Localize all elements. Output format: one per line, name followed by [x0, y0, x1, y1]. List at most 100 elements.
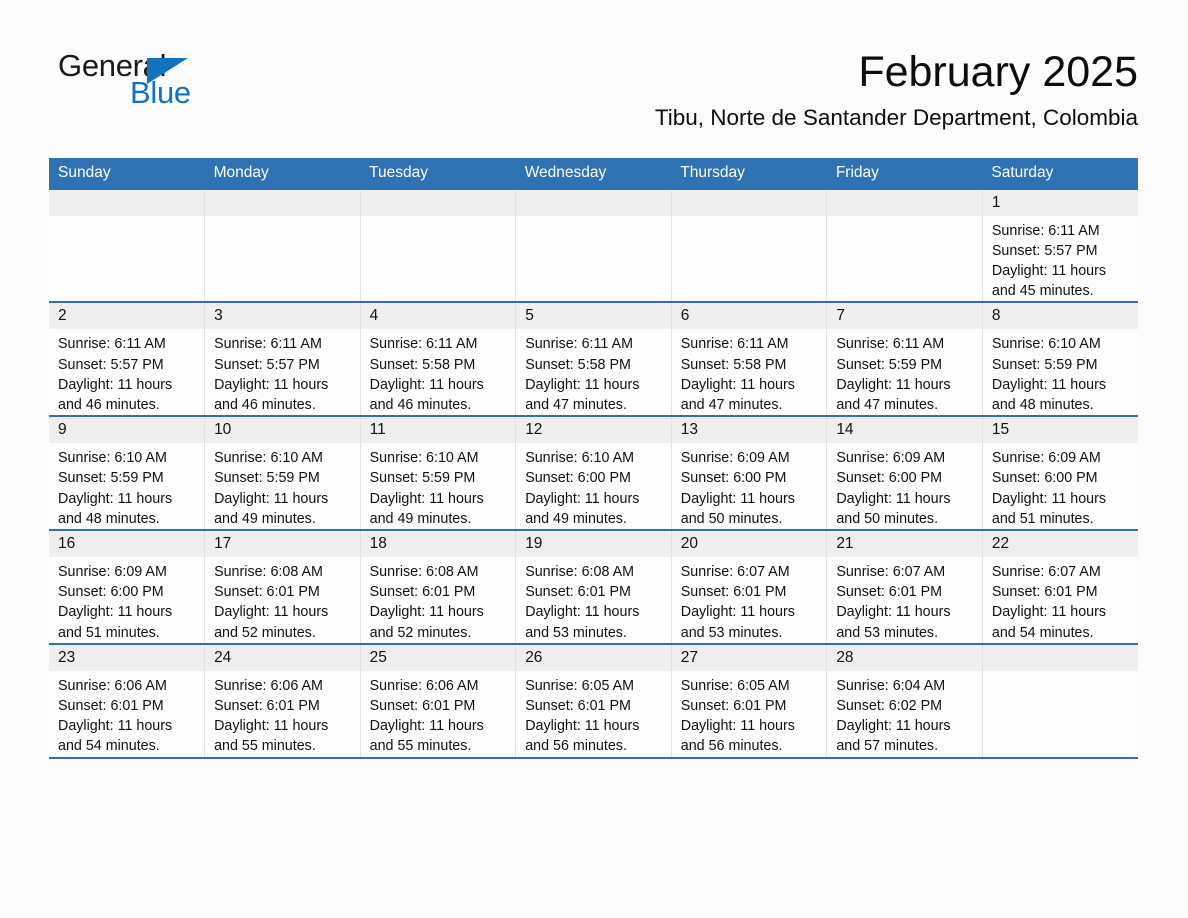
day-number: 27	[671, 644, 827, 671]
sunrise-text: Sunrise: 6:06 AM	[214, 677, 323, 694]
calendar-body: 1 Sunrise: 6:11 AM Sunset: 5:57 PM Daylight…	[49, 189, 1138, 759]
day-details: Sunrise: 6:11 AM Sunset: 5:57 PM Daylight:…	[983, 216, 1138, 302]
daylight-text: Daylight: 11 hours and 49 minutes.	[214, 490, 329, 527]
day-details: Sunrise: 6:09 AM Sunset: 6:00 PM Daylight:…	[49, 557, 204, 643]
calendar-day-cell[interactable]: 21 Sunrise: 6:07 AM Sunset: 6:01 PM Dayligh…	[826, 530, 983, 645]
day-details: Sunrise: 6:11 AM Sunset: 5:57 PM Daylight:…	[205, 329, 360, 415]
day-details	[516, 216, 671, 221]
calendar-day-cell[interactable]: 17 Sunrise: 6:08 AM Sunset: 6:01 PM Dayligh…	[204, 530, 361, 645]
sunrise-text: Sunrise: 6:04 AM	[836, 677, 946, 694]
daylight-text: Daylight: 11 hours and 52 minutes.	[369, 604, 484, 641]
day-details: Sunrise: 6:08 AM Sunset: 6:01 PM Daylight:…	[516, 557, 671, 643]
calendar-day-cell[interactable]: 15 Sunrise: 6:09 AM Sunset: 6:00 PM Dayligh…	[982, 416, 1138, 532]
daylight-text: Daylight: 11 hours and 47 minutes.	[836, 376, 951, 414]
calendar-day-cell-empty	[515, 189, 672, 304]
day-details	[827, 216, 982, 221]
sunset-text: Sunset: 6:00 PM	[680, 470, 787, 487]
calendar-day-cell[interactable]: 1 Sunrise: 6:11 AM Sunset: 5:57 PM Daylight…	[982, 189, 1138, 304]
calendar-day-cell[interactable]: 5 Sunrise: 6:11 AM Sunset: 5:58 PM Daylight…	[515, 302, 672, 418]
calendar-day-cell[interactable]: 23 Sunrise: 6:06 AM Sunset: 6:01 PM Dayligh…	[49, 643, 206, 759]
day-number	[360, 189, 516, 216]
calendar-day-cell[interactable]: 9 Sunrise: 6:10 AM Sunset: 5:59 PM Daylight…	[49, 416, 206, 532]
calendar-day-cell[interactable]: 3 Sunrise: 6:11 AM Sunset: 5:57 PM Daylight…	[204, 302, 361, 418]
day-details	[205, 216, 360, 221]
calendar-day-cell[interactable]: 18 Sunrise: 6:08 AM Sunset: 6:01 PM Dayligh…	[360, 530, 517, 645]
calendar-day-cell[interactable]: 25 Sunrise: 6:06 AM Sunset: 6:01 PM Dayligh…	[360, 643, 517, 759]
calendar-day-cell[interactable]: 12 Sunrise: 6:10 AM Sunset: 6:00 PM Dayligh…	[515, 416, 672, 532]
calendar-day-cell[interactable]: 20 Sunrise: 6:07 AM Sunset: 6:01 PM Dayligh…	[671, 530, 828, 645]
calendar-day-cell[interactable]: 16 Sunrise: 6:09 AM Sunset: 6:00 PM Dayligh…	[49, 530, 206, 645]
sunset-text: Sunset: 6:01 PM	[836, 584, 943, 601]
sunrise-text: Sunrise: 6:11 AM	[680, 336, 789, 353]
calendar-page: General Blue February 2025 Tibu, Norte d…	[0, 0, 1188, 918]
weekday-header-monday: Monday	[204, 158, 361, 190]
title-block: February 2025 Tibu, Norte de Santander D…	[655, 48, 1138, 131]
calendar-day-cell[interactable]: 7 Sunrise: 6:11 AM Sunset: 5:59 PM Daylight…	[826, 302, 983, 418]
daylight-text: Daylight: 11 hours and 54 minutes.	[58, 718, 173, 755]
day-number: 16	[49, 531, 205, 558]
sunset-text: Sunset: 5:59 PM	[369, 470, 476, 487]
calendar-day-cell[interactable]: 13 Sunrise: 6:09 AM Sunset: 6:00 PM Dayligh…	[671, 416, 828, 532]
weekday-header-row: Sunday Monday Tuesday Wednesday Thursday Frid…	[49, 158, 1138, 190]
day-number: 22	[982, 531, 1138, 558]
sunrise-text: Sunrise: 6:11 AM	[58, 336, 166, 353]
day-number: 11	[360, 417, 516, 444]
day-number: 3	[205, 303, 360, 330]
daylight-text: Daylight: 11 hours and 49 minutes.	[525, 490, 640, 527]
daylight-text: Daylight: 11 hours and 51 minutes.	[991, 490, 1107, 527]
daylight-text: Daylight: 11 hours and 46 minutes.	[214, 376, 329, 414]
day-number: 15	[982, 417, 1138, 444]
sunset-text: Sunset: 5:58 PM	[680, 356, 787, 373]
calendar-day-cell[interactable]: 8 Sunrise: 6:10 AM Sunset: 5:59 PM Daylight…	[982, 302, 1138, 418]
day-details: Sunrise: 6:09 AM Sunset: 6:00 PM Daylight:…	[672, 443, 827, 529]
weekday-header-thursday: Thursday	[671, 158, 827, 190]
sunrise-text: Sunrise: 6:05 AM	[680, 677, 790, 694]
calendar-day-cell[interactable]: 24 Sunrise: 6:06 AM Sunset: 6:01 PM Dayligh…	[204, 643, 361, 759]
day-number: 18	[360, 531, 516, 558]
sunrise-text: Sunrise: 6:05 AM	[525, 677, 635, 694]
calendar-day-cell[interactable]: 6 Sunrise: 6:11 AM Sunset: 5:58 PM Daylight…	[671, 302, 828, 418]
day-details: Sunrise: 6:05 AM Sunset: 6:01 PM Daylight:…	[516, 671, 671, 757]
sunset-text: Sunset: 5:57 PM	[214, 356, 320, 373]
calendar-day-cell[interactable]: 10 Sunrise: 6:10 AM Sunset: 5:59 PM Dayligh…	[204, 416, 361, 532]
day-number: 7	[827, 303, 982, 330]
calendar-day-cell[interactable]: 28 Sunrise: 6:04 AM Sunset: 6:02 PM Dayligh…	[826, 643, 983, 759]
sunrise-text: Sunrise: 6:07 AM	[680, 564, 790, 581]
sunrise-text: Sunrise: 6:09 AM	[58, 564, 167, 581]
calendar-day-cell[interactable]: 14 Sunrise: 6:09 AM Sunset: 6:00 PM Dayligh…	[826, 416, 983, 532]
calendar-day-cell[interactable]: 22 Sunrise: 6:07 AM Sunset: 6:01 PM Dayligh…	[982, 530, 1138, 645]
calendar-day-cell[interactable]: 11 Sunrise: 6:10 AM Sunset: 5:59 PM Dayligh…	[360, 416, 517, 532]
sunset-text: Sunset: 6:01 PM	[58, 698, 164, 715]
daylight-text: Daylight: 11 hours and 48 minutes.	[58, 490, 173, 527]
daylight-text: Daylight: 11 hours and 47 minutes.	[525, 376, 640, 414]
daylight-text: Daylight: 11 hours and 46 minutes.	[369, 376, 484, 414]
day-number: 28	[827, 644, 982, 671]
sunrise-sunset-calendar: Sunday Monday Tuesday Wednesday Thursday Frid…	[49, 158, 1138, 759]
sunset-text: Sunset: 5:59 PM	[836, 356, 943, 373]
calendar-day-cell[interactable]: 2 Sunrise: 6:11 AM Sunset: 5:57 PM Daylight…	[49, 302, 206, 418]
daylight-text: Daylight: 11 hours and 45 minutes.	[991, 263, 1107, 300]
calendar-day-cell[interactable]: 4 Sunrise: 6:11 AM Sunset: 5:58 PM Daylight…	[360, 302, 517, 418]
day-details: Sunrise: 6:05 AM Sunset: 6:01 PM Daylight:…	[672, 671, 827, 757]
calendar-week-row: 9 Sunrise: 6:10 AM Sunset: 5:59 PM Daylight…	[49, 416, 1138, 532]
sunset-text: Sunset: 6:00 PM	[991, 470, 1098, 487]
location-subtitle: Tibu, Norte de Santander Department, Col…	[654, 105, 1138, 131]
sunrise-text: Sunrise: 6:11 AM	[836, 336, 945, 353]
daylight-text: Daylight: 11 hours and 53 minutes.	[525, 604, 640, 641]
day-number	[205, 189, 360, 216]
generalblue-logo[interactable]: General Blue	[58, 50, 318, 120]
day-number: 24	[205, 644, 360, 671]
calendar-day-cell-empty	[360, 189, 517, 304]
sunset-text: Sunset: 5:59 PM	[58, 470, 164, 487]
calendar-day-cell[interactable]: 27 Sunrise: 6:05 AM Sunset: 6:01 PM Dayligh…	[671, 643, 828, 759]
calendar-day-cell[interactable]: 26 Sunrise: 6:05 AM Sunset: 6:01 PM Dayligh…	[515, 643, 672, 759]
daylight-text: Daylight: 11 hours and 55 minutes.	[214, 718, 329, 755]
day-number: 25	[360, 644, 516, 671]
daylight-text: Daylight: 11 hours and 53 minutes.	[836, 604, 951, 641]
day-number: 19	[516, 531, 671, 558]
daylight-text: Daylight: 11 hours and 53 minutes.	[680, 604, 795, 641]
daylight-text: Daylight: 11 hours and 46 minutes.	[58, 376, 173, 414]
day-details: Sunrise: 6:06 AM Sunset: 6:01 PM Daylight:…	[49, 671, 204, 757]
sunrise-text: Sunrise: 6:11 AM	[214, 336, 322, 353]
calendar-day-cell[interactable]: 19 Sunrise: 6:08 AM Sunset: 6:01 PM Dayligh…	[515, 530, 672, 645]
